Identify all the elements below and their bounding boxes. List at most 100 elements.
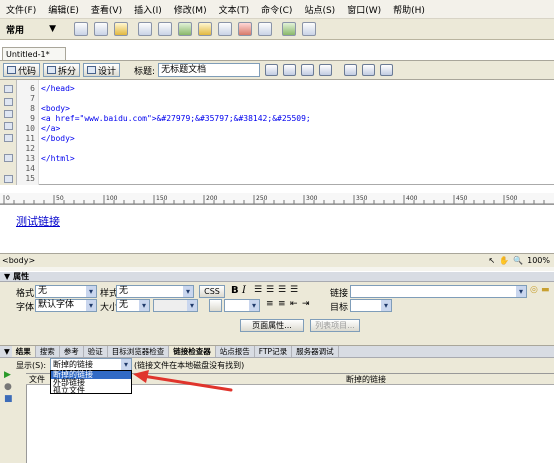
move-css-icon[interactable] (4, 175, 13, 183)
open-documents-icon[interactable] (4, 85, 13, 93)
tab-search[interactable]: 搜索 (36, 346, 60, 357)
zoom-level[interactable]: 100% (527, 256, 550, 265)
line-number: 13 (25, 154, 35, 163)
status-bar: <body> ↖ ✋ 🔍 100% (0, 253, 554, 267)
collapse-tag-icon[interactable] (4, 98, 13, 106)
align-center-icon[interactable]: ☰ (266, 285, 274, 295)
column-broken-links[interactable]: 断掉的链接 (346, 374, 386, 385)
table-icon[interactable] (138, 22, 152, 36)
bold-button[interactable]: B (231, 285, 239, 296)
code-view-button[interactable]: 代码 (3, 63, 41, 77)
ruler-tick-label: 50 (56, 195, 64, 202)
format-select[interactable]: 无 (35, 285, 97, 298)
size-select[interactable]: 无 (116, 299, 150, 312)
hand-tool-icon[interactable]: ✋ (499, 256, 509, 265)
email-link-icon[interactable] (94, 22, 108, 36)
image-icon[interactable] (178, 22, 192, 36)
menu-modify[interactable]: 修改(M) (168, 3, 213, 16)
visual-aids-icon[interactable] (380, 64, 394, 76)
zoom-tool-icon[interactable]: 🔍 (513, 256, 523, 265)
design-view-button[interactable]: 设计 (83, 63, 121, 77)
point-to-file-icon[interactable]: ◎ (530, 285, 538, 295)
expand-all-icon[interactable] (4, 110, 13, 118)
line-number: 6 (30, 84, 35, 93)
unordered-list-icon[interactable]: ≡ (266, 299, 274, 309)
css-button[interactable]: CSS (199, 285, 225, 298)
properties-panel-header[interactable]: ▼ 属性 (0, 271, 554, 282)
tag-chooser-icon[interactable] (302, 22, 316, 36)
align-left-icon[interactable]: ☰ (254, 285, 262, 295)
code-view[interactable] (0, 80, 554, 185)
menu-commands[interactable]: 命令(C) (255, 3, 298, 16)
ruler-tick-label: 400 (406, 195, 418, 202)
view-options-icon[interactable] (362, 64, 376, 76)
stop-icon[interactable]: ● (4, 382, 12, 392)
style-select[interactable]: 无 (116, 285, 194, 298)
menu-text[interactable]: 文本(T) (213, 3, 256, 16)
server-include-icon[interactable] (238, 22, 252, 36)
tag-selector-body[interactable]: <body> (0, 256, 35, 265)
link-input[interactable] (350, 285, 527, 298)
justify-icon[interactable]: ☰ (290, 285, 298, 295)
results-tabs: ▼ 结果 搜索 参考 验证 目标浏览器检查 链接检查器 站点报告 FTP记录 服… (0, 346, 554, 358)
document-title-input[interactable]: 无标题文档 (158, 63, 261, 77)
size-unit-select[interactable] (153, 299, 198, 312)
coding-toolbar (0, 80, 17, 185)
tab-target-browser-check[interactable]: 目标浏览器检查 (108, 346, 170, 357)
menu-site[interactable]: 站点(S) (298, 3, 341, 16)
menu-view[interactable]: 查看(V) (85, 3, 128, 16)
target-select[interactable] (350, 299, 392, 312)
menu-window[interactable]: 窗口(W) (341, 3, 387, 16)
ruler: 0 50 100 150 200 250 300 350 400 450 500 (0, 193, 554, 205)
file-management-icon[interactable] (265, 64, 279, 76)
media-icon[interactable] (198, 22, 212, 36)
browse-folder-icon[interactable]: ▬ (541, 285, 550, 295)
insert-category-select[interactable]: 常用 ▼ (2, 21, 60, 37)
text-color-input[interactable] (224, 299, 260, 312)
named-anchor-icon[interactable] (114, 22, 128, 36)
template-icon[interactable] (282, 22, 296, 36)
results-collapse-icon[interactable]: ▼ (0, 347, 12, 356)
font-select[interactable]: 默认字体 (35, 299, 97, 312)
insert-category-label: 常用 (6, 25, 25, 36)
menu-bar: 文件(F) 编辑(E) 查看(V) 插入(I) 修改(M) 文本(T) 命令(C… (0, 0, 554, 19)
ordered-list-icon[interactable]: ≡ (278, 299, 286, 309)
indent-icon[interactable]: ⇥ (302, 299, 310, 309)
select-tool-icon[interactable]: ↖ (488, 256, 495, 265)
text-color-button[interactable] (209, 299, 222, 312)
split-view-button[interactable]: 拆分 (43, 63, 81, 77)
layer-icon[interactable] (158, 22, 172, 36)
status-tools: ↖ ✋ 🔍 100% (488, 256, 554, 265)
globe-icon[interactable] (319, 64, 333, 76)
tab-ftp-log[interactable]: FTP记录 (255, 346, 293, 357)
tab-link-checker[interactable]: 链接检查器 (169, 346, 216, 357)
debug-icon[interactable] (301, 64, 315, 76)
tab-site-reports[interactable]: 站点报告 (216, 346, 255, 357)
test-link[interactable]: 测试链接 (16, 213, 60, 229)
date-icon[interactable] (218, 22, 232, 36)
menu-insert[interactable]: 插入(I) (128, 3, 168, 16)
tab-reference[interactable]: 参考 (60, 346, 84, 357)
document-tab[interactable]: Untitled-1* (2, 47, 66, 60)
menu-help[interactable]: 帮助(H) (387, 3, 431, 16)
menu-file[interactable]: 文件(F) (0, 3, 42, 16)
menu-edit[interactable]: 编辑(E) (42, 3, 85, 16)
tab-validation[interactable]: 验证 (84, 346, 108, 357)
ruler-tick-label: 300 (306, 195, 318, 202)
apply-comment-icon[interactable] (4, 154, 13, 162)
dropdown-option-orphaned-files[interactable]: 孤立文件 (51, 387, 131, 395)
italic-button[interactable]: I (242, 285, 246, 296)
select-parent-tag-icon[interactable] (4, 122, 13, 130)
page-properties-button[interactable]: 页面属性... (240, 319, 304, 332)
design-view[interactable] (0, 205, 554, 253)
save-report-icon[interactable]: ■ (4, 394, 13, 404)
run-check-icon[interactable]: ▶ (4, 370, 11, 380)
balance-braces-icon[interactable] (4, 134, 13, 142)
outdent-icon[interactable]: ⇤ (290, 299, 298, 309)
tab-server-debug[interactable]: 服务器调试 (292, 346, 339, 357)
comment-icon[interactable] (258, 22, 272, 36)
hyperlink-icon[interactable] (74, 22, 88, 36)
preview-browser-icon[interactable] (283, 64, 297, 76)
refresh-icon[interactable] (344, 64, 358, 76)
align-right-icon[interactable]: ☰ (278, 285, 286, 295)
